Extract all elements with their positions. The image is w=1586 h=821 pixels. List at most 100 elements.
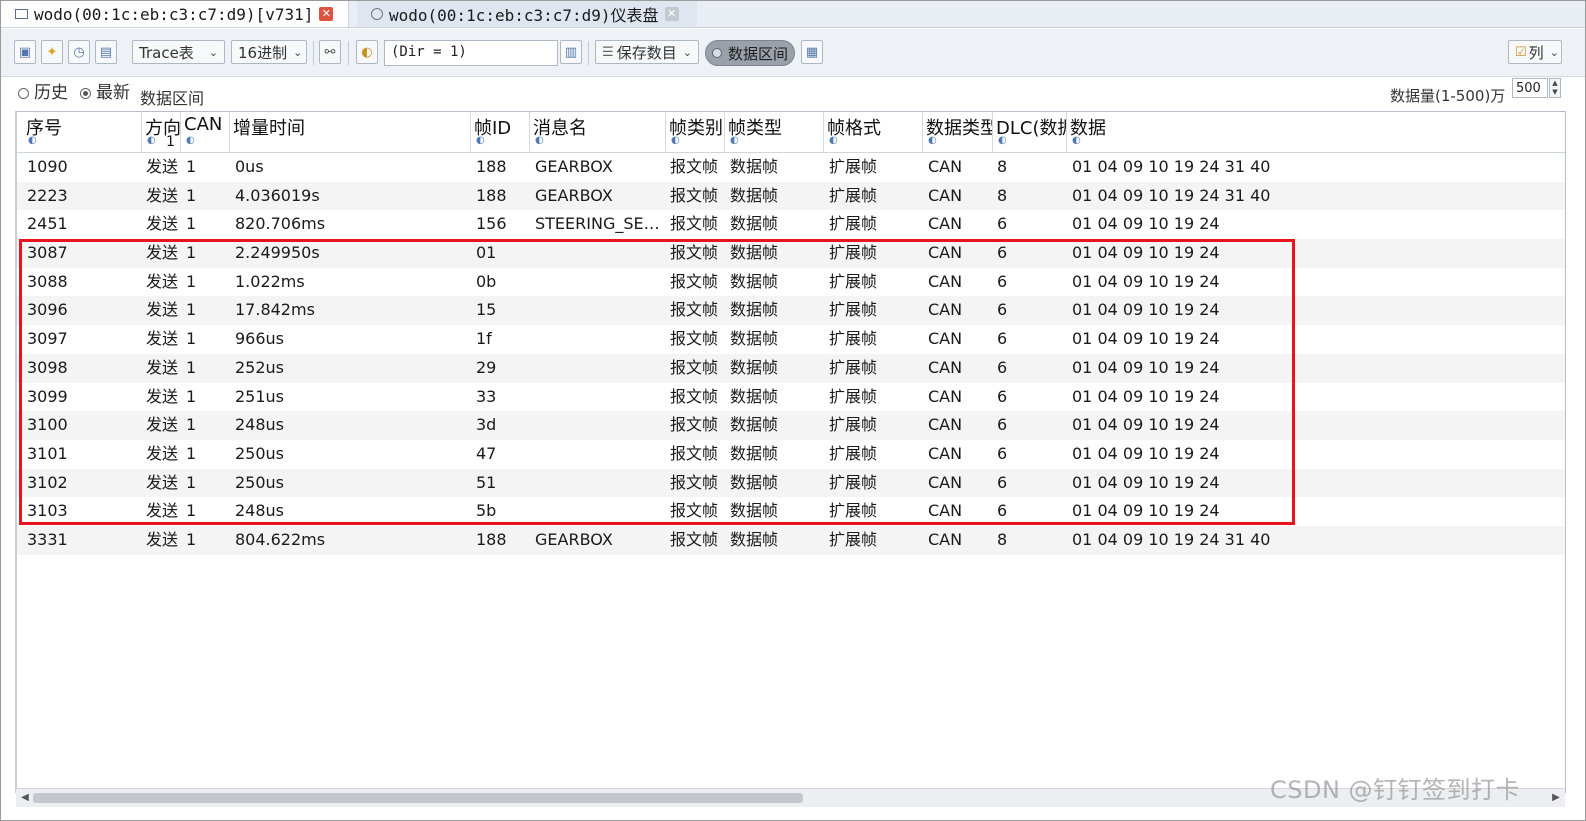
table-row[interactable]: 2451 发送 1 820.706ms 156 STEERING_SEN... 报文帧 数据帧… <box>17 210 1565 239</box>
chevron-left-icon[interactable]: ◀ <box>18 791 32 805</box>
filter-input[interactable]: (Dir = 1) <box>384 40 558 66</box>
cell-data: 01 04 09 10 19 24 <box>1072 443 1220 463</box>
cell-frame-id: 156 <box>476 214 507 234</box>
column-header-data[interactable]: 数据 ◐ <box>1067 112 1565 152</box>
column-sort-indicator: 1 <box>166 134 175 150</box>
columns-button[interactable]: ☑ 列 ⌄ <box>1508 40 1562 64</box>
filter-icon[interactable]: ◐ <box>28 136 37 146</box>
history-radio[interactable]: 历史 <box>18 85 68 102</box>
filter-icon[interactable]: ◐ <box>535 136 544 146</box>
record-button[interactable]: ▣ <box>14 40 36 64</box>
table-row[interactable]: 3088 发送 1 1.022ms 0b 报文帧 数据帧 扩展帧 CAN 6 01 04 09 10… <box>17 268 1565 297</box>
cell-direction: 发送 <box>146 185 179 205</box>
filter-icon[interactable]: ◐ <box>476 136 485 146</box>
filter-icon[interactable]: ◐ <box>928 136 937 146</box>
column-header-data-type[interactable]: 数据类型 ◐ <box>923 112 993 152</box>
column-header-frame-id[interactable]: 帧ID ◐ <box>471 112 530 152</box>
tab-dashboard[interactable]: wodo(00:1c:eb:c3:c7:d9)仪表盘 ✕ <box>357 1 697 27</box>
cell-data: 01 04 09 10 19 24 <box>1072 472 1220 492</box>
table-row[interactable]: 3096 发送 1 17.842ms 15 报文帧 数据帧 扩展帧 CAN 6 01 04 09 1… <box>17 296 1565 326</box>
table-row[interactable]: 3101 发送 1 250us 47 报文帧 数据帧 扩展帧 CAN 6 01 04 09 10 1… <box>17 440 1565 469</box>
cell-frame-type: 数据帧 <box>730 443 779 463</box>
latest-radio[interactable]: 最新 <box>80 85 130 102</box>
cell-seq: 3097 <box>27 329 68 349</box>
star-button[interactable]: ✦ <box>41 40 63 64</box>
table-row[interactable]: 3097 发送 1 966us 1f 报文帧 数据帧 扩展帧 CAN 6 01 04 09 10 1… <box>17 325 1565 354</box>
table-row[interactable]: 3087 发送 1 2.249950s 01 报文帧 数据帧 扩展帧 CAN 6 01 04 09 … <box>17 239 1565 268</box>
view-select-value: Trace表 <box>139 43 194 62</box>
close-icon[interactable]: ✕ <box>664 7 679 21</box>
column-header-delta-time[interactable]: 增量时间 <box>230 112 471 152</box>
cell-frame-category: 报文帧 <box>670 501 719 521</box>
range-toggle[interactable]: 数据区间 <box>705 40 795 66</box>
cell-delta-time: 248us <box>235 501 285 521</box>
radix-select[interactable]: 16进制 ⌄ <box>231 40 307 64</box>
table-row[interactable]: 3100 发送 1 248us 3d 报文帧 数据帧 扩展帧 CAN 6 01 04 09 10 1… <box>17 411 1565 440</box>
table-row[interactable]: 3331 发送 1 804.622ms 188 GEARBOX 报文帧 数据帧 扩展帧 CAN 8 0… <box>17 525 1565 555</box>
cell-data: 01 04 09 10 19 24 31 40 <box>1072 157 1271 176</box>
table-row[interactable]: 3099 发送 1 251us 33 报文帧 数据帧 扩展帧 CAN 6 01 04 09 10 1… <box>17 383 1565 412</box>
column-header-message-name[interactable]: 消息名 ◐ <box>530 112 666 152</box>
table-row[interactable]: 2223 发送 1 4.036019s 188 GEARBOX 报文帧 数据帧 扩展帧 CAN 8 0… <box>17 181 1565 211</box>
filter-button[interactable]: ◐ <box>356 40 378 64</box>
view-select[interactable]: Trace表 ⌄ <box>132 40 225 64</box>
cell-frame-category: 报文帧 <box>670 415 719 435</box>
link-icon: ⚯ <box>324 44 336 60</box>
cell-seq: 3102 <box>27 472 68 492</box>
tab-strip: wodo(00:1c:eb:c3:c7:d9)[v731] ✕ wodo(00:… <box>1 1 1585 28</box>
filter-icon[interactable]: ◐ <box>186 136 195 146</box>
filter-icon: ◐ <box>361 44 373 60</box>
column-header-dlc[interactable]: DLC(数据) ◐ <box>993 112 1067 152</box>
cell-delta-time: 248us <box>235 415 285 435</box>
cell-frame-format: 扩展帧 <box>829 271 878 291</box>
cell-seq: 3087 <box>27 243 68 263</box>
cell-data: 01 04 09 10 19 24 <box>1072 415 1220 435</box>
range-label: 数据区间 <box>140 89 205 108</box>
cell-frame-format: 扩展帧 <box>829 214 878 234</box>
scrollbar-thumb[interactable] <box>33 793 803 803</box>
table-row[interactable]: 3103 发送 1 248us 5b 报文帧 数据帧 扩展帧 CAN 6 01 04 09 10 1… <box>17 497 1565 526</box>
filter-icon[interactable]: ◐ <box>730 136 739 146</box>
cell-frame-type: 数据帧 <box>730 185 779 205</box>
chart-button[interactable]: ▥ <box>560 40 582 64</box>
cell-delta-time: 0us <box>235 157 264 176</box>
filter-icon[interactable]: ◐ <box>147 136 156 146</box>
column-header-frame-type[interactable]: 帧类型 ◐ <box>725 112 824 152</box>
cell-delta-time: 252us <box>235 357 285 377</box>
column-header-direction[interactable]: 方向 ◐ 1 <box>142 112 181 152</box>
cell-frame-category: 报文帧 <box>670 185 719 205</box>
link-button[interactable]: ⚯ <box>319 40 341 64</box>
column-header-seq[interactable]: 序号 ◐ <box>23 112 142 152</box>
cell-can: 1 <box>186 501 197 521</box>
table-row[interactable]: 3102 发送 1 250us 51 报文帧 数据帧 扩展帧 CAN 6 01 04 09 10 1… <box>17 468 1565 498</box>
table-row[interactable]: 3098 发送 1 252us 29 报文帧 数据帧 扩展帧 CAN 6 01 04 09 10 1… <box>17 353 1565 383</box>
cell-can: 1 <box>186 386 197 406</box>
filter-icon[interactable]: ◐ <box>829 136 838 146</box>
timer-button[interactable]: ◷ <box>68 40 90 64</box>
filter-icon[interactable]: ◐ <box>1072 136 1081 146</box>
filter-icon[interactable]: ◐ <box>998 136 1007 146</box>
tab-trace[interactable]: wodo(00:1c:eb:c3:c7:d9)[v731] ✕ <box>1 1 349 27</box>
cell-frame-id: 5b <box>476 501 497 521</box>
document-icon: ▦ <box>805 44 819 60</box>
table-row[interactable]: 1090 发送 1 0us 188 GEARBOX 报文帧 数据帧 扩展帧 CAN 8 01 04 0… <box>17 153 1565 182</box>
cell-frame-category: 报文帧 <box>670 243 719 263</box>
filter-icon[interactable]: ◐ <box>671 136 680 146</box>
save-count-select[interactable]: ☰ 保存数目 ⌄ <box>595 40 699 64</box>
export-button[interactable]: ▦ <box>801 40 823 64</box>
clear-button[interactable]: ▤ <box>95 40 117 64</box>
quantity-spinner[interactable]: ▲ ▼ <box>1549 78 1561 98</box>
column-header-frame-format[interactable]: 帧格式 ◐ <box>824 112 923 152</box>
quantity-input[interactable]: 500 <box>1512 78 1548 98</box>
chevron-down-icon: ⌄ <box>293 45 303 59</box>
columns-label: 列 <box>1528 43 1544 62</box>
chevron-right-icon[interactable]: ▶ <box>1549 791 1563 805</box>
cell-message-name <box>535 325 663 354</box>
column-header-can[interactable]: CAN ◐ <box>181 112 230 152</box>
cell-direction: 发送 <box>146 271 179 291</box>
cell-direction: 发送 <box>146 357 179 377</box>
cell-data-type: CAN <box>928 357 963 377</box>
cell-seq: 2451 <box>27 214 68 234</box>
column-header-frame-category[interactable]: 帧类别 ◐ <box>666 112 725 152</box>
close-icon[interactable]: ✕ <box>319 7 334 21</box>
